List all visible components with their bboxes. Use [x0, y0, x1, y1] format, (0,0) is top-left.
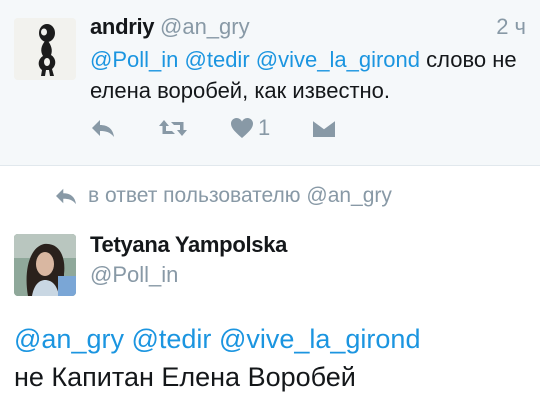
- parent-tweet[interactable]: andriy @an_gry 2 ч @Poll_in @tedir @vive…: [0, 0, 540, 166]
- author-name[interactable]: andriy: [90, 14, 155, 40]
- tweet-timestamp[interactable]: 2 ч: [496, 14, 526, 40]
- tweet-text-body: не Капитан Елена Воробей: [14, 362, 356, 392]
- direct-message-button[interactable]: [312, 114, 336, 142]
- avatar[interactable]: [14, 18, 76, 80]
- mention-link[interactable]: @vive_la_girond: [256, 47, 420, 72]
- retweet-icon: [159, 120, 187, 136]
- retweet-button[interactable]: [158, 114, 188, 142]
- in-reply-to-text: в ответ пользователю @an_gry: [88, 184, 392, 207]
- avatar-figure-image: [14, 18, 76, 80]
- mention-link[interactable]: @Poll_in: [90, 47, 178, 72]
- heart-icon: [231, 118, 253, 138]
- mention-link[interactable]: @tedir: [131, 324, 211, 354]
- like-count: 1: [258, 115, 271, 140]
- reply-button[interactable]: [90, 114, 116, 142]
- in-reply-to[interactable]: в ответ пользователю @an_gry: [54, 182, 392, 210]
- tweet-actions: 1: [90, 114, 350, 142]
- reply-icon: [92, 120, 114, 137]
- author-handle[interactable]: @Poll_in: [90, 262, 178, 288]
- avatar-photo-image: [14, 234, 76, 296]
- reply-icon: [56, 188, 76, 205]
- like-button[interactable]: 1: [230, 114, 270, 142]
- avatar[interactable]: [14, 234, 76, 296]
- direct-message-icon: [312, 119, 336, 137]
- tweet-text: @an_gry @tedir @vive_la_girond не Капита…: [14, 320, 534, 396]
- author-name[interactable]: Tetyana Yampolska: [90, 232, 287, 258]
- author-handle[interactable]: @an_gry: [160, 14, 250, 40]
- mention-link[interactable]: @tedir: [185, 47, 250, 72]
- mention-link[interactable]: @an_gry: [14, 324, 124, 354]
- mention-link[interactable]: @vive_la_girond: [219, 324, 421, 354]
- tweet-text: @Poll_in @tedir @vive_la_girond слово не…: [90, 44, 530, 106]
